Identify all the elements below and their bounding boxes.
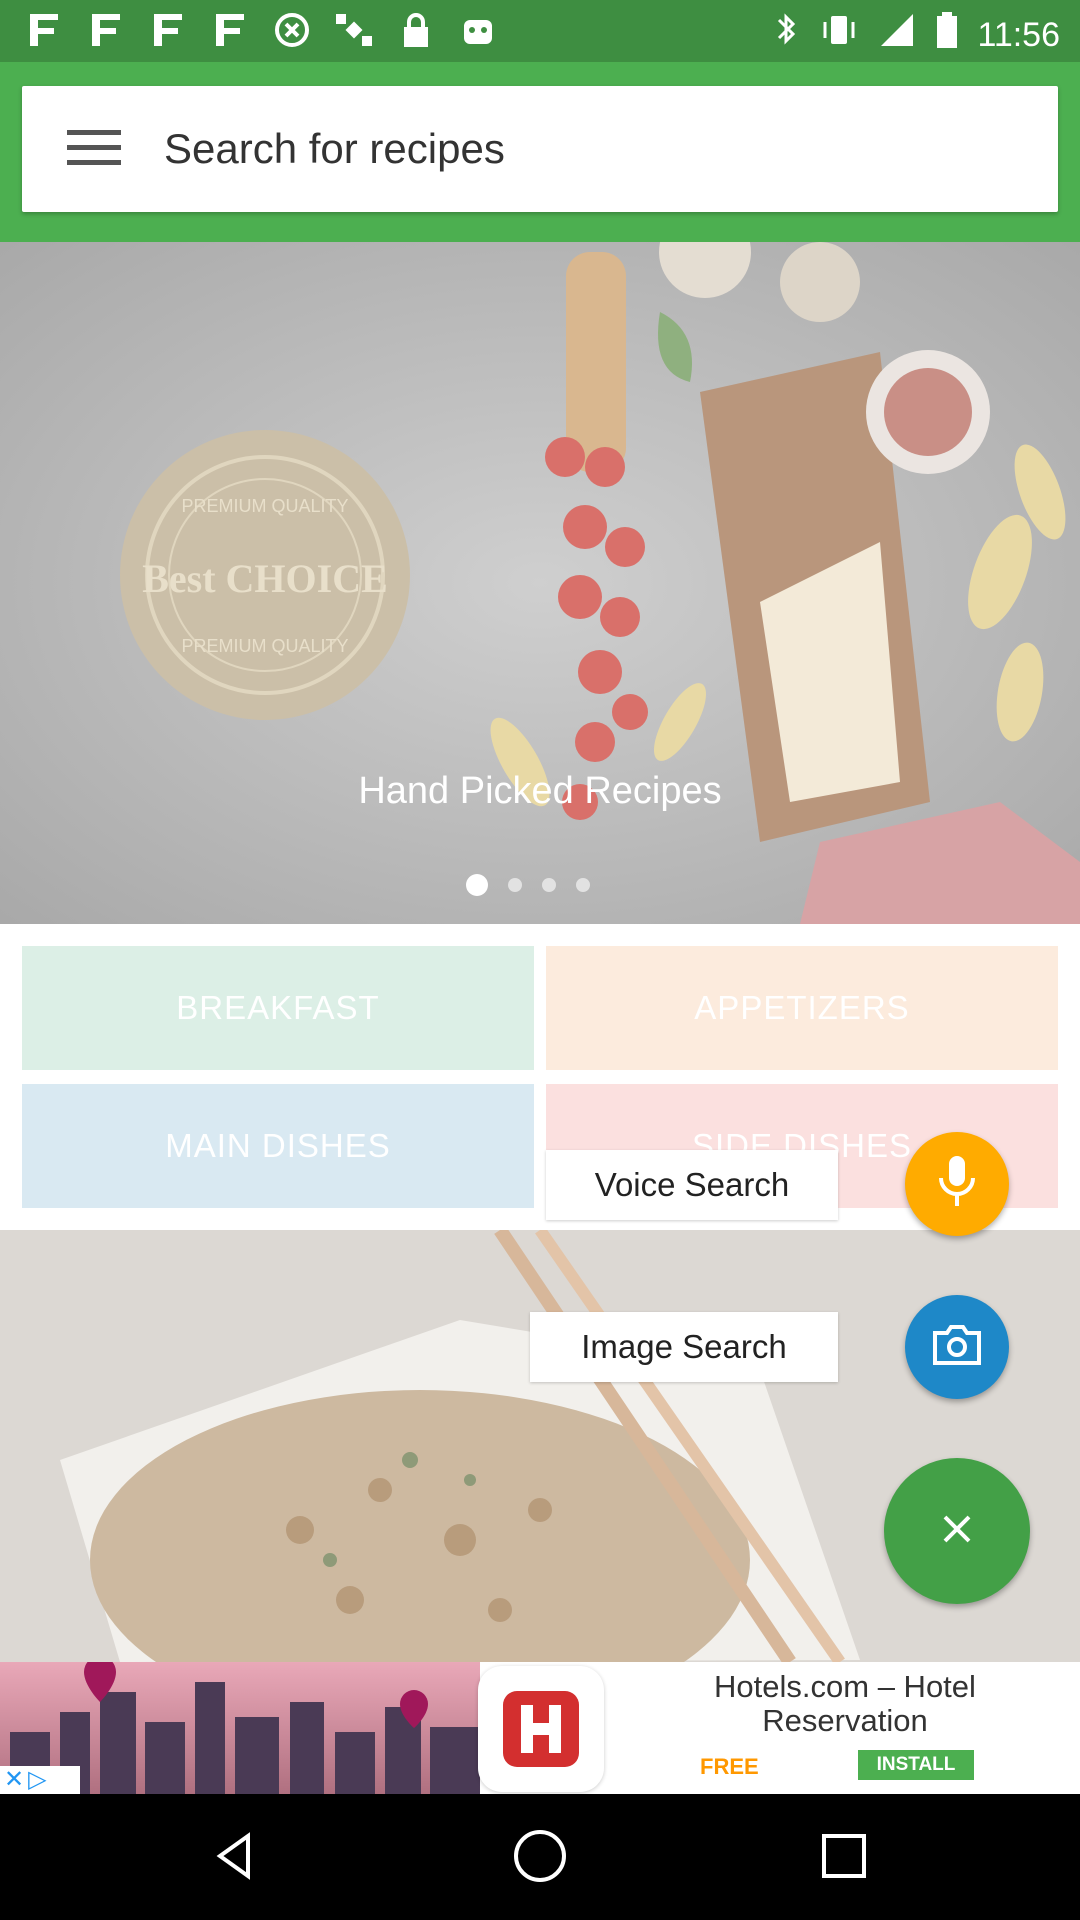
close-icon xyxy=(937,1509,977,1554)
badge-bottom-text: PREMIUM QUALITY xyxy=(181,636,348,656)
navigation-bar xyxy=(0,1794,1080,1920)
banner-image: PREMIUM QUALITY Best CHOICE PREMIUM QUAL… xyxy=(0,242,1080,924)
hamburger-menu-icon[interactable] xyxy=(67,130,121,166)
home-icon xyxy=(510,1826,570,1891)
badge-main-text: Best CHOICE xyxy=(142,556,388,601)
category-breakfast[interactable]: BREAKFAST xyxy=(22,946,534,1070)
system-icons: 11:56 xyxy=(771,10,1060,60)
image-search-button[interactable] xyxy=(905,1295,1009,1399)
ad-choices-icon[interactable]: ▷ xyxy=(28,1767,46,1793)
clock: 11:56 xyxy=(977,16,1060,54)
voice-search-label[interactable]: Voice Search xyxy=(546,1150,838,1220)
fake-gps-icon xyxy=(86,10,126,60)
lock-icon xyxy=(396,10,436,60)
bluetooth-icon xyxy=(771,10,801,60)
home-button[interactable] xyxy=(500,1818,580,1898)
battery-icon xyxy=(935,10,959,60)
ad-install-button[interactable]: INSTALL xyxy=(858,1750,974,1780)
carousel-dot-3[interactable] xyxy=(542,878,556,892)
app-header xyxy=(0,62,1080,242)
carousel-dot-1[interactable] xyxy=(466,874,488,896)
ad-title: Hotels.com – Hotel Reservation xyxy=(714,1669,976,1738)
featured-recipe-image[interactable] xyxy=(0,1230,1080,1662)
voice-search-button[interactable] xyxy=(905,1132,1009,1236)
carousel-dot-4[interactable] xyxy=(576,878,590,892)
badge-top-text: PREMIUM QUALITY xyxy=(181,496,348,516)
ad-price: FREE xyxy=(700,1754,759,1779)
back-button[interactable] xyxy=(196,1818,276,1898)
close-fab-button[interactable] xyxy=(884,1458,1030,1604)
hotels-logo xyxy=(478,1666,604,1792)
microphone-icon xyxy=(935,1154,979,1215)
vibrate-icon xyxy=(819,10,859,60)
satellite-icon xyxy=(334,10,374,60)
back-icon xyxy=(208,1828,264,1889)
fake-gps-icon xyxy=(148,10,188,60)
image-search-label[interactable]: Image Search xyxy=(530,1312,838,1382)
fake-gps-icon xyxy=(24,10,64,60)
recents-button[interactable] xyxy=(804,1818,884,1898)
android-icon xyxy=(458,10,498,60)
alarm-icon xyxy=(272,10,312,60)
ad-banner[interactable]: ✕ ▷ Hotels.com – Hotel Reservation FREE … xyxy=(0,1662,1080,1794)
camera-icon xyxy=(931,1323,983,1372)
ad-choices[interactable]: ✕ ▷ xyxy=(0,1766,80,1794)
close-icon[interactable]: ✕ xyxy=(4,1767,24,1793)
status-bar: 11:56 xyxy=(0,0,1080,62)
recipe-banner-carousel[interactable]: PREMIUM QUALITY Best CHOICE PREMIUM QUAL… xyxy=(0,242,1080,924)
fried-rice-photo xyxy=(0,1230,1080,1662)
signal-icon xyxy=(877,10,917,60)
notification-icons xyxy=(24,10,498,60)
search-input[interactable] xyxy=(164,116,1014,182)
search-bar[interactable] xyxy=(22,86,1058,212)
category-appetizers[interactable]: APPETIZERS xyxy=(546,946,1058,1070)
carousel-indicator xyxy=(466,874,590,896)
recents-icon xyxy=(818,1830,870,1887)
carousel-dot-2[interactable] xyxy=(508,878,522,892)
banner-title: Hand Picked Recipes xyxy=(358,770,722,812)
fake-gps-icon xyxy=(210,10,250,60)
category-main-dishes[interactable]: MAIN DISHES xyxy=(22,1084,534,1208)
